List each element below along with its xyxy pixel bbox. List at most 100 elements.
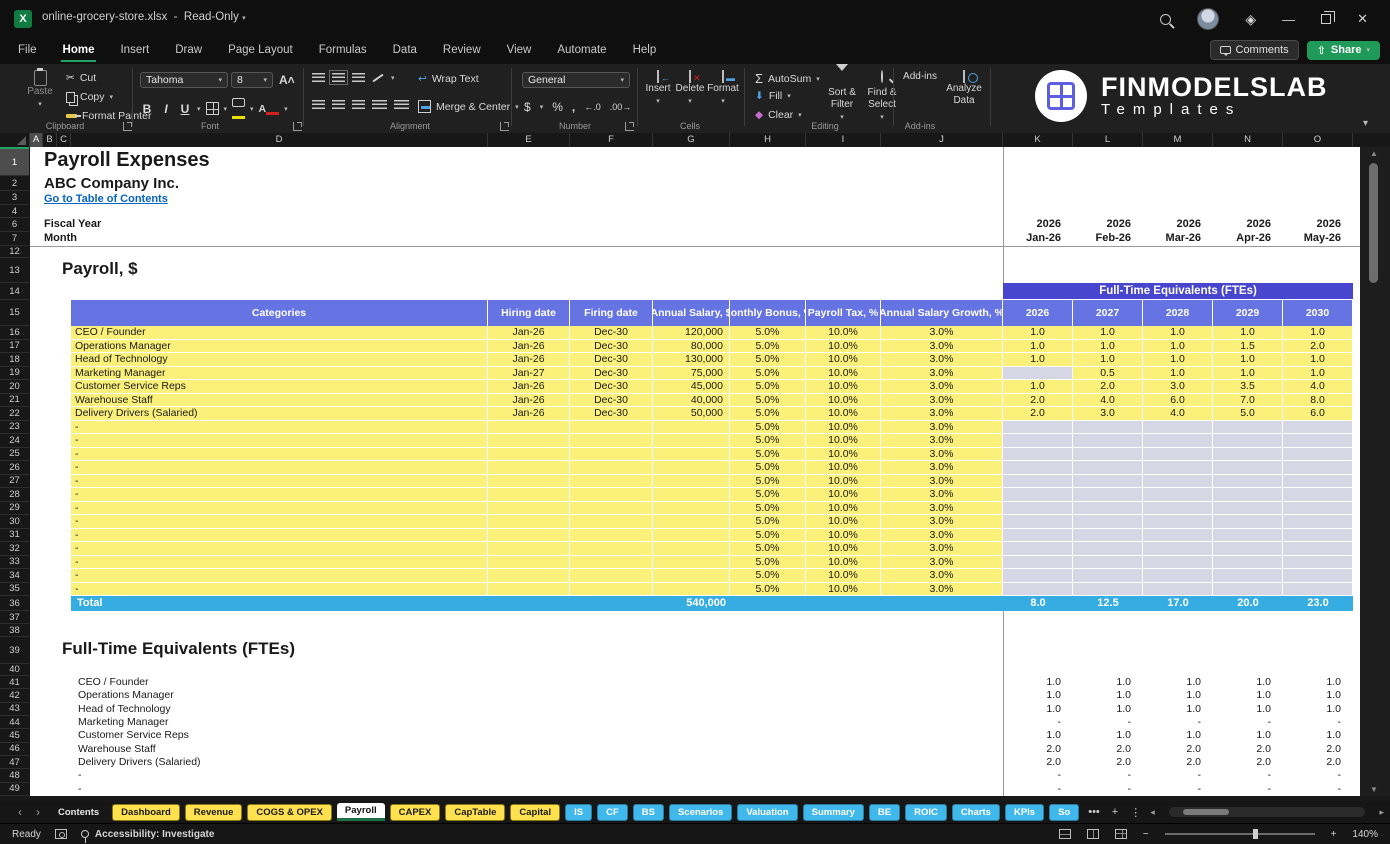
cell[interactable] xyxy=(1143,569,1213,583)
cell[interactable]: 1.0 xyxy=(1003,380,1073,394)
cell[interactable]: 2.0 xyxy=(1073,380,1143,394)
cell[interactable]: 3.0 xyxy=(1073,407,1143,421)
merge-center-button[interactable]: Merge & Center▾ xyxy=(418,100,519,113)
cell[interactable] xyxy=(570,475,653,489)
cell[interactable] xyxy=(806,596,881,611)
cell[interactable]: 5.0% xyxy=(730,434,806,448)
zoom-in-icon[interactable]: + xyxy=(1331,829,1337,840)
sheet-tab-kpis[interactable]: KPIs xyxy=(1005,804,1044,821)
decrease-decimal-button[interactable]: .00→ xyxy=(610,102,632,112)
cell[interactable]: 2.0 xyxy=(1003,394,1073,408)
column-header[interactable]: E xyxy=(488,133,570,147)
scroll-up-icon[interactable]: ▲ xyxy=(1370,149,1378,158)
cell[interactable]: 6.0 xyxy=(1283,407,1353,421)
column-header[interactable]: J xyxy=(881,133,1003,147)
increase-indent-icon[interactable] xyxy=(394,100,409,109)
cell[interactable]: 3.0% xyxy=(881,488,1003,502)
ribbon-tab-insert[interactable]: Insert xyxy=(118,40,151,62)
row-header[interactable]: 12 xyxy=(0,246,29,258)
cell[interactable]: 8.0 xyxy=(1003,596,1073,611)
sheet-tab-payroll[interactable]: Payroll xyxy=(337,803,385,821)
cell[interactable]: Jan-26 xyxy=(488,326,570,340)
cell[interactable]: 1.0 xyxy=(1003,326,1073,340)
row-header[interactable]: 15 xyxy=(0,300,29,326)
avatar[interactable] xyxy=(1197,8,1219,30)
cell[interactable] xyxy=(1073,461,1143,475)
more-sheets-icon[interactable]: ••• xyxy=(1085,806,1103,818)
number-dialog-launcher[interactable] xyxy=(625,122,634,131)
ribbon-tab-formulas[interactable]: Formulas xyxy=(317,40,369,62)
year-column-header[interactable]: 2027 xyxy=(1073,300,1143,326)
cell[interactable]: 1.0 xyxy=(1003,353,1073,367)
cell[interactable]: Jan-26 xyxy=(488,380,570,394)
sheet-tab-so[interactable]: So xyxy=(1049,804,1079,821)
close-button[interactable]: ✕ xyxy=(1357,11,1368,27)
cell[interactable]: 2.0 xyxy=(1283,340,1353,354)
cell[interactable] xyxy=(1003,461,1073,475)
cell[interactable] xyxy=(1073,515,1143,529)
cell[interactable] xyxy=(1003,542,1073,556)
cell[interactable] xyxy=(1213,542,1283,556)
cell[interactable] xyxy=(653,556,730,570)
cell[interactable]: Dec-30 xyxy=(570,353,653,367)
cell[interactable]: 5.0% xyxy=(730,461,806,475)
cell[interactable] xyxy=(570,515,653,529)
fiscal-year-value[interactable]: 2026 xyxy=(1213,218,1283,230)
cell[interactable]: Marketing Manager xyxy=(71,367,488,381)
row-header[interactable]: 47 xyxy=(0,756,29,769)
cell[interactable]: 1.0 xyxy=(1003,340,1073,354)
row-header[interactable]: 40 xyxy=(0,664,29,676)
sheet-tab-bs[interactable]: BS xyxy=(633,804,664,821)
column-header[interactable]: O xyxy=(1283,133,1353,147)
sheet-tab-be[interactable]: BE xyxy=(869,804,900,821)
cell[interactable]: 3.0% xyxy=(881,461,1003,475)
cell[interactable] xyxy=(653,475,730,489)
cell[interactable]: 5.0% xyxy=(730,353,806,367)
cell[interactable] xyxy=(653,569,730,583)
column-header[interactable]: I xyxy=(806,133,881,147)
scroll-down-icon[interactable]: ▼ xyxy=(1370,785,1378,794)
cell[interactable] xyxy=(1213,569,1283,583)
cell[interactable] xyxy=(1143,421,1213,435)
cell[interactable]: - xyxy=(71,448,488,462)
cell[interactable]: 5.0% xyxy=(730,448,806,462)
cell[interactable]: Total xyxy=(71,596,488,611)
table-of-contents-link[interactable]: Go to Table of Contents xyxy=(44,193,168,205)
cell[interactable] xyxy=(1143,542,1213,556)
align-center-icon[interactable] xyxy=(332,100,345,109)
cell[interactable]: Dec-30 xyxy=(570,407,653,421)
alignment-dialog-launcher[interactable] xyxy=(500,122,509,131)
cell[interactable]: 40,000 xyxy=(653,394,730,408)
gem-icon[interactable]: ◈ xyxy=(1245,11,1256,28)
cell[interactable]: - xyxy=(71,529,488,543)
cell[interactable] xyxy=(1143,583,1213,597)
table-column-header[interactable]: Categories xyxy=(71,300,488,326)
fte-value[interactable]: - xyxy=(1143,716,1213,728)
fte-value[interactable]: - xyxy=(1283,783,1353,795)
ribbon-tab-home[interactable]: Home xyxy=(61,40,97,62)
column-header[interactable]: D xyxy=(71,133,488,147)
cell[interactable]: 5.0% xyxy=(730,380,806,394)
cell[interactable]: CEO / Founder xyxy=(71,326,488,340)
cell[interactable]: 10.0% xyxy=(806,461,881,475)
cell[interactable] xyxy=(570,583,653,597)
cell[interactable]: 4.0 xyxy=(1073,394,1143,408)
column-header[interactable]: C xyxy=(57,133,71,147)
cell[interactable] xyxy=(1283,556,1353,570)
fte-value[interactable]: - xyxy=(1143,769,1213,781)
fte-row-label[interactable]: Head of Technology xyxy=(78,703,171,715)
fiscal-year-value[interactable]: 2026 xyxy=(1283,218,1353,230)
column-header[interactable]: B xyxy=(43,133,57,147)
cell[interactable]: Dec-30 xyxy=(570,380,653,394)
orientation-icon[interactable] xyxy=(373,73,384,82)
row-header[interactable]: 39 xyxy=(0,637,29,664)
cell[interactable] xyxy=(1283,502,1353,516)
currency-button[interactable]: $ xyxy=(524,100,531,114)
cell[interactable] xyxy=(488,556,570,570)
row-header[interactable]: 19 xyxy=(0,367,29,381)
month-value[interactable]: May-26 xyxy=(1283,232,1353,244)
row-header[interactable]: 41 xyxy=(0,676,29,689)
cell[interactable]: 1.0 xyxy=(1283,367,1353,381)
row-header[interactable]: 27 xyxy=(0,475,29,489)
cell[interactable] xyxy=(1143,461,1213,475)
